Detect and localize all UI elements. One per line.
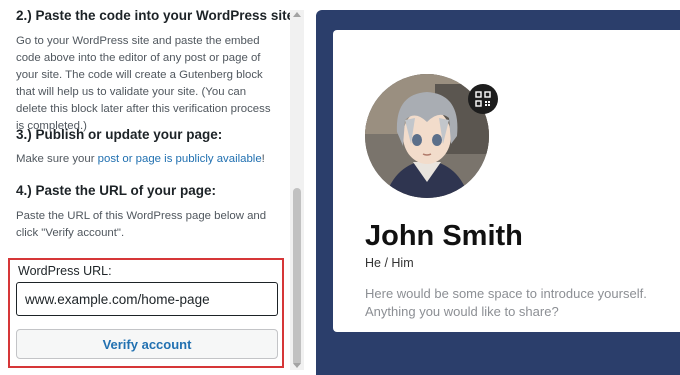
- step-4-heading: 4.) Paste the URL of your page:: [16, 183, 217, 198]
- step-2-text: Go to your WordPress site and paste the …: [16, 35, 271, 132]
- public-availability-link[interactable]: post or page is publicly available: [98, 153, 262, 165]
- step-3-text-before: Make sure your: [16, 153, 98, 165]
- qr-code-icon[interactable]: [468, 84, 498, 114]
- wordpress-url-label: WordPress URL:: [18, 264, 112, 278]
- step-4-text: Paste the URL of this WordPress page bel…: [16, 210, 267, 239]
- scrollbar-thumb[interactable]: [293, 188, 301, 366]
- verify-account-button[interactable]: Verify account: [16, 329, 278, 359]
- scroll-down-arrow-icon[interactable]: [293, 363, 301, 368]
- profile-preview-panel: John Smith He / Him Here would be some s…: [316, 10, 680, 375]
- profile-bio: Here would be some space to introduce yo…: [365, 286, 647, 319]
- wordpress-url-input[interactable]: [16, 282, 278, 316]
- step-2-heading: 2.) Paste the code into your WordPress s…: [16, 8, 299, 23]
- step-3-heading: 3.) Publish or update your page:: [16, 127, 223, 142]
- step-3-text-after: !: [261, 153, 265, 165]
- profile-name: John Smith: [365, 220, 523, 252]
- wordpress-url-form: WordPress URL: Verify account: [8, 258, 284, 368]
- profile-card: John Smith He / Him Here would be some s…: [333, 30, 680, 332]
- scroll-up-arrow-icon[interactable]: [293, 12, 301, 17]
- left-panel-scrollbar[interactable]: [290, 10, 304, 370]
- profile-pronouns: He / Him: [365, 256, 414, 270]
- instructions-panel: 2.) Paste the code into your WordPress s…: [0, 0, 299, 375]
- step-3-text: Make sure your post or page is publicly …: [16, 151, 278, 168]
